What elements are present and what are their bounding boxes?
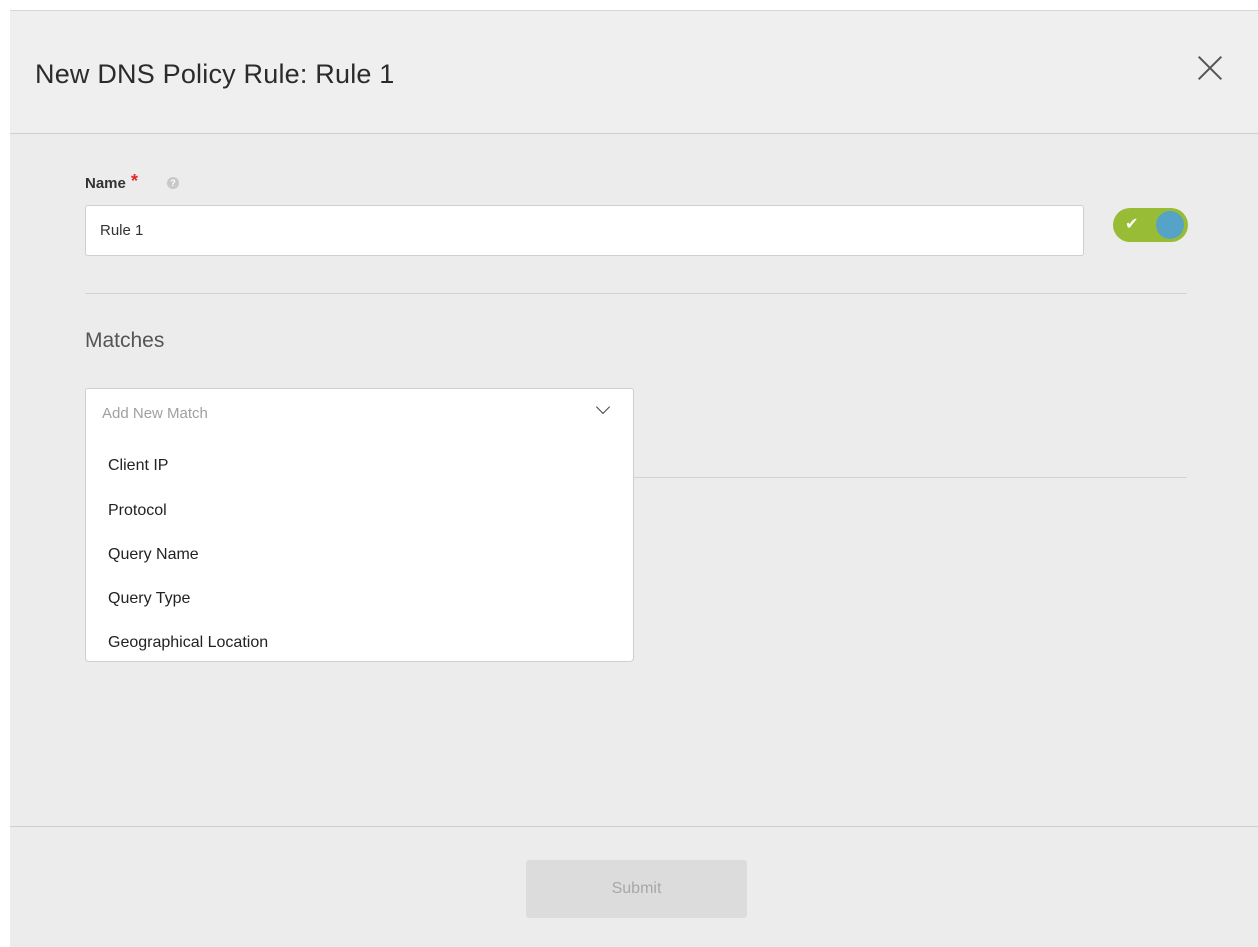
matches-title: Matches [85,329,165,352]
modal-footer: Submit [10,826,1258,947]
add-match-select[interactable]: Add New Match [85,388,634,439]
chevron-down-icon [595,399,611,415]
divider [85,293,1187,294]
name-label: Name [85,175,126,192]
add-match-placeholder: Add New Match [102,405,208,422]
help-icon[interactable]: ? [167,177,179,189]
dns-policy-rule-modal: New DNS Policy Rule: Rule 1 Name * ? ✔ M… [10,10,1258,947]
dropdown-option-client-ip[interactable]: Client IP [86,444,633,488]
close-icon[interactable] [1197,55,1223,81]
match-dropdown-menu: Client IP Protocol Query Name Query Type… [85,438,634,662]
modal-header: New DNS Policy Rule: Rule 1 [10,11,1258,134]
enable-toggle[interactable]: ✔ [1113,208,1188,242]
toggle-knob [1156,211,1184,239]
name-input[interactable] [85,205,1084,256]
required-star: * [131,171,139,191]
dropdown-option-query-name[interactable]: Query Name [86,533,633,577]
check-icon: ✔ [1125,216,1139,233]
submit-button[interactable]: Submit [526,860,747,918]
dropdown-option-protocol[interactable]: Protocol [86,489,633,533]
modal-title: New DNS Policy Rule: Rule 1 [35,59,395,89]
dropdown-option-query-type[interactable]: Query Type [86,577,633,621]
dropdown-option-geographical-location[interactable]: Geographical Location [86,621,633,665]
